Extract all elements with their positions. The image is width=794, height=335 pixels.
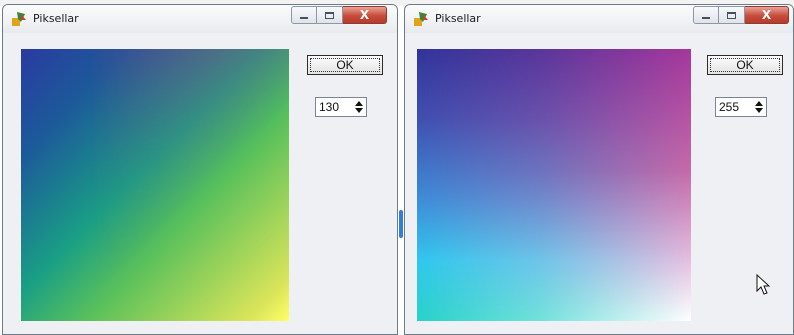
close-icon: X bbox=[359, 8, 370, 22]
title-bar[interactable]: Piksellar X bbox=[3, 5, 397, 33]
maximize-button[interactable] bbox=[317, 6, 343, 24]
pixel-gradient-canvas bbox=[21, 49, 289, 321]
minimize-button[interactable] bbox=[291, 6, 317, 24]
piksellar-window-right: Piksellar X OK 255 bbox=[404, 4, 794, 335]
minimize-icon bbox=[702, 16, 710, 19]
mouse-cursor-icon bbox=[756, 274, 771, 295]
ok-button[interactable]: OK bbox=[307, 55, 383, 75]
caption-buttons: X bbox=[291, 6, 387, 24]
app-icon bbox=[414, 12, 428, 26]
spinner-down-icon[interactable] bbox=[355, 108, 363, 113]
maximize-icon bbox=[325, 11, 334, 19]
value-spinner[interactable]: 130 bbox=[315, 97, 367, 117]
window-title: Piksellar bbox=[33, 12, 79, 25]
piksellar-window-left: Piksellar X OK 130 bbox=[2, 4, 398, 335]
value-spinner[interactable]: 255 bbox=[715, 97, 767, 117]
app-icon bbox=[12, 12, 26, 26]
maximize-icon bbox=[727, 11, 736, 19]
maximize-button[interactable] bbox=[719, 6, 745, 24]
minimize-button[interactable] bbox=[693, 6, 719, 24]
close-button[interactable]: X bbox=[745, 6, 789, 24]
window-title: Piksellar bbox=[435, 12, 481, 25]
ok-button[interactable]: OK bbox=[707, 55, 783, 75]
spinner-down-icon[interactable] bbox=[755, 108, 763, 113]
spinner-arrows[interactable] bbox=[352, 98, 366, 116]
spinner-value[interactable]: 255 bbox=[716, 100, 752, 114]
minimize-icon bbox=[300, 16, 308, 19]
close-button[interactable]: X bbox=[343, 6, 387, 24]
spinner-up-icon[interactable] bbox=[355, 101, 363, 106]
ok-button-label: OK bbox=[736, 58, 754, 72]
spinner-arrows[interactable] bbox=[752, 98, 766, 116]
title-bar[interactable]: Piksellar X bbox=[405, 5, 793, 33]
ok-button-label: OK bbox=[336, 58, 354, 72]
spinner-up-icon[interactable] bbox=[755, 101, 763, 106]
window-edge-highlight bbox=[399, 210, 403, 238]
caption-buttons: X bbox=[693, 6, 789, 24]
close-icon: X bbox=[761, 8, 772, 22]
pixel-gradient-canvas bbox=[417, 49, 691, 321]
spinner-value[interactable]: 130 bbox=[316, 100, 352, 114]
